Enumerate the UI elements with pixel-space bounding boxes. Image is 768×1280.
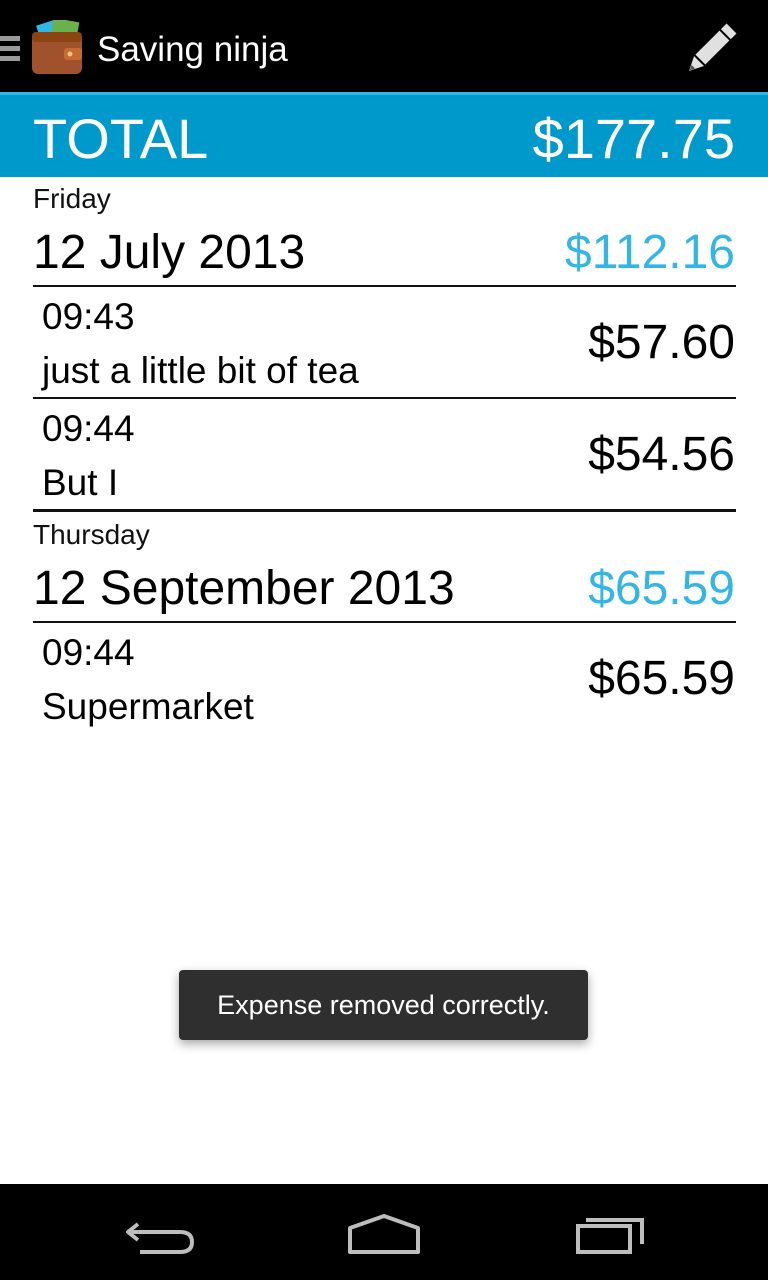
expense-description: just a little bit of tea xyxy=(42,350,359,391)
wallet-icon[interactable] xyxy=(30,17,84,76)
back-icon[interactable] xyxy=(110,1202,210,1262)
toast-message: Expense removed correctly. xyxy=(179,970,588,1040)
expense-time: 09:44 xyxy=(42,632,135,673)
expense-time: 09:44 xyxy=(42,408,135,449)
divider xyxy=(33,397,736,399)
total-bar: TOTAL $177.75 xyxy=(0,95,768,177)
divider xyxy=(33,621,736,623)
expense-amount: $54.56 xyxy=(588,428,735,481)
drawer-menu-icon[interactable] xyxy=(0,36,22,62)
expense-amount: $65.59 xyxy=(588,652,735,705)
day-weekday: Thursday xyxy=(33,519,150,550)
day-date: 12 September 2013 xyxy=(33,562,455,615)
day-total: $65.59 xyxy=(588,562,735,615)
day-total: $112.16 xyxy=(565,226,735,279)
day-weekday: Friday xyxy=(33,183,111,214)
day-date: 12 July 2013 xyxy=(33,226,306,279)
app-title: Saving ninja xyxy=(97,30,288,69)
section-divider xyxy=(33,509,736,512)
expense-description: But I xyxy=(42,462,119,503)
expense-amount: $57.60 xyxy=(588,316,735,369)
pencil-icon[interactable] xyxy=(680,18,742,80)
home-icon[interactable] xyxy=(334,1202,434,1262)
system-nav-bar xyxy=(0,1184,768,1280)
total-amount: $177.75 xyxy=(532,107,735,170)
divider xyxy=(33,285,736,287)
action-bar: Saving ninja xyxy=(0,0,768,95)
expense-time: 09:43 xyxy=(42,296,135,337)
expense-description: Supermarket xyxy=(42,686,254,727)
total-label: TOTAL xyxy=(33,107,209,170)
recent-apps-icon[interactable] xyxy=(562,1202,662,1262)
